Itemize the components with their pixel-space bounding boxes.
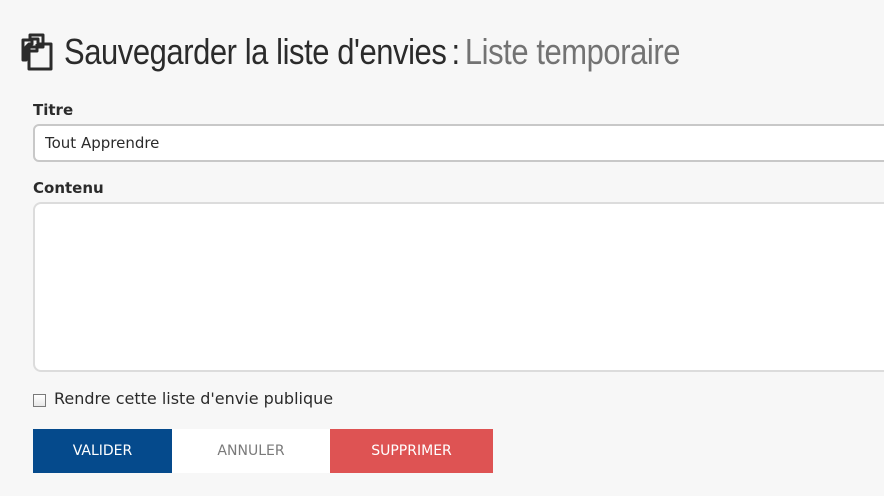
delete-button[interactable]: SUPPRIMER [330, 429, 493, 473]
title-input[interactable] [33, 124, 884, 162]
public-checkbox-label[interactable]: Rendre cette liste d'envie publique [54, 389, 333, 408]
public-checkbox[interactable] [33, 393, 46, 407]
title-label: Titre [33, 101, 74, 119]
content-label: Contenu [33, 179, 104, 197]
page-subtitle: Liste temporaire [464, 31, 681, 72]
public-option[interactable]: Rendre cette liste d'envie publique [33, 389, 333, 408]
title-separator: : [451, 31, 461, 72]
cancel-button[interactable]: ANNULER [172, 429, 330, 473]
page-title: Sauvegarder la liste d'envies: Liste temp… [64, 31, 680, 73]
page-header: Sauvegarder la liste d'envies: Liste temp… [15, 30, 780, 74]
page-title-main: Sauvegarder la liste d'envies [64, 31, 447, 72]
content-textarea[interactable] [33, 202, 884, 372]
copy-icon [15, 31, 57, 73]
validate-button[interactable]: VALIDER [33, 429, 172, 473]
